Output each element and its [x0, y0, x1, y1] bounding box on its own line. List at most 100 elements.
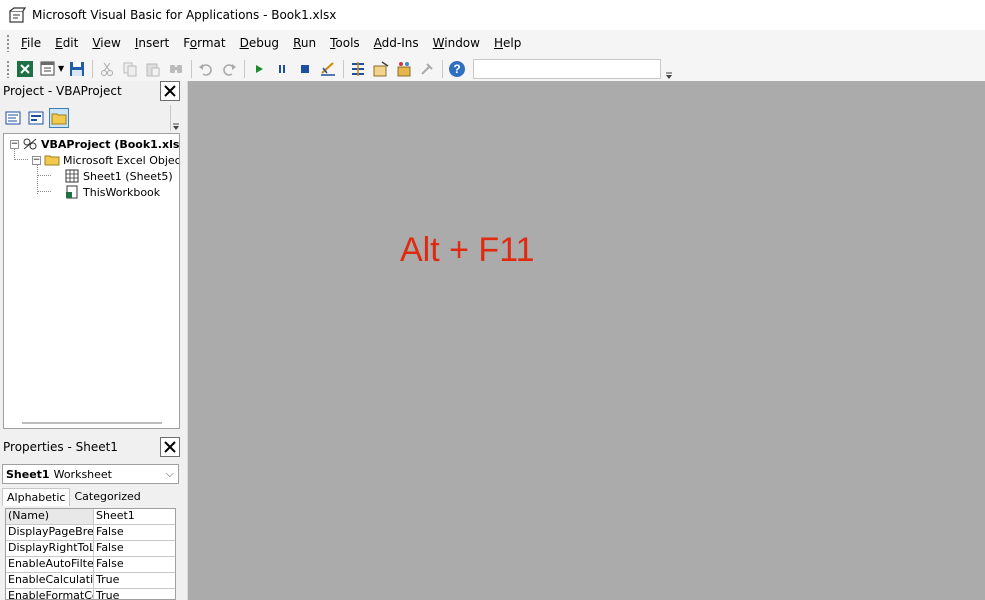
- menu-debug[interactable]: Debug: [233, 36, 286, 50]
- property-row[interactable]: DisplayRightToLef False: [6, 541, 175, 557]
- properties-window-icon[interactable]: [370, 58, 392, 80]
- reset-icon[interactable]: [294, 58, 316, 80]
- view-code-icon: [5, 111, 21, 125]
- property-value[interactable]: False: [94, 541, 124, 556]
- properties-grid[interactable]: (Name) Sheet1 DisplayPageBreak False Dis…: [5, 508, 176, 600]
- tree-item-label: VBAProject (Book1.xlsx: [41, 137, 180, 151]
- toolbar-separator: [343, 59, 345, 78]
- design-mode-icon[interactable]: [317, 58, 339, 80]
- toolbar-separator: [244, 59, 246, 78]
- project-pane-title: Project - VBAProject: [0, 81, 182, 101]
- tree-horizontal-scrollbar[interactable]: [22, 422, 162, 424]
- tree-item-sheet1[interactable]: Sheet1 (Sheet5): [64, 168, 173, 184]
- tree-item-excel-objects[interactable]: − Microsoft Excel Objects: [32, 152, 180, 168]
- property-value[interactable]: False: [94, 525, 124, 540]
- code-workspace[interactable]: Alt + F11: [188, 81, 985, 600]
- property-row[interactable]: (Name) Sheet1: [6, 509, 175, 525]
- redo-icon[interactable]: [218, 58, 240, 80]
- view-code-button[interactable]: [3, 108, 23, 128]
- property-row[interactable]: EnableFormatCon True: [6, 589, 175, 599]
- properties-pane-title: Properties - Sheet1: [0, 437, 182, 457]
- position-combo[interactable]: [473, 58, 662, 79]
- toolbar-grip[interactable]: [6, 59, 10, 78]
- property-value[interactable]: True: [94, 573, 119, 588]
- toggle-folders-button[interactable]: [49, 108, 69, 128]
- property-name: DisplayPageBreak: [8, 525, 94, 540]
- property-name: EnableFormatCon: [6, 589, 94, 599]
- property-row[interactable]: DisplayPageBreak False: [6, 525, 175, 541]
- project-explorer-icon[interactable]: [347, 58, 369, 80]
- copy-icon[interactable]: [119, 58, 141, 80]
- menu-format[interactable]: Format: [176, 36, 232, 50]
- folder-icon: [44, 153, 60, 167]
- worksheet-icon: [64, 169, 80, 183]
- object-selector[interactable]: Sheet1 Worksheet ⌵: [2, 464, 179, 484]
- undo-icon[interactable]: [195, 58, 217, 80]
- left-dock: Project - VBAProject − VBAProject (Book1…: [0, 81, 184, 600]
- help-icon[interactable]: ?: [446, 58, 468, 80]
- menu-help[interactable]: Help: [487, 36, 528, 50]
- menu-tools[interactable]: Tools: [323, 36, 367, 50]
- tree-item-vbaproject[interactable]: − VBAProject (Book1.xlsx: [10, 136, 180, 152]
- vba-app-icon: [9, 7, 26, 23]
- view-object-button[interactable]: [26, 108, 46, 128]
- view-object-icon: [28, 111, 44, 125]
- tree-line: [14, 159, 28, 160]
- object-selector-type: Worksheet: [53, 467, 112, 481]
- collapse-icon[interactable]: −: [32, 155, 41, 165]
- menu-bar: File Edit View Insert Format Debug Run T…: [0, 30, 985, 56]
- project-close-button[interactable]: [160, 81, 180, 101]
- toolbar-separator: [442, 59, 444, 78]
- property-name: EnableAutoFilter: [8, 557, 94, 572]
- title-bar: Microsoft Visual Basic for Applications …: [0, 0, 985, 30]
- properties-close-button[interactable]: [160, 437, 180, 457]
- hotkey-annotation: Alt + F11: [400, 231, 535, 269]
- tab-categorized[interactable]: Categorized: [70, 488, 144, 506]
- find-icon[interactable]: [165, 58, 187, 80]
- workbook-icon: [64, 185, 80, 199]
- properties-tabs: Alphabetic Categorized: [2, 486, 179, 506]
- toolbar-separator: [92, 59, 94, 78]
- tree-item-label: ThisWorkbook: [83, 185, 161, 199]
- property-value[interactable]: Sheet1: [94, 509, 135, 524]
- standard-toolbar: ▼ ?: [0, 56, 985, 81]
- insert-dropdown-arrow[interactable]: ▼: [58, 64, 64, 73]
- menu-edit[interactable]: Edit: [48, 36, 85, 50]
- tree-line: [37, 164, 38, 194]
- svg-text:?: ?: [453, 62, 460, 76]
- project-toolbar-overflow[interactable]: [170, 105, 180, 131]
- paste-icon[interactable]: [142, 58, 164, 80]
- toolbar-overflow-icon[interactable]: [663, 58, 675, 80]
- break-icon[interactable]: [271, 58, 293, 80]
- property-row[interactable]: EnableCalculation True: [6, 573, 175, 589]
- property-name: DisplayRightToLef: [6, 541, 94, 556]
- tree-item-label: Microsoft Excel Objects: [63, 153, 180, 167]
- tree-line: [37, 175, 51, 176]
- menu-window[interactable]: Window: [426, 36, 487, 50]
- menu-file[interactable]: File: [14, 36, 48, 50]
- toolbox-icon[interactable]: [416, 58, 438, 80]
- menubar-grip[interactable]: [6, 34, 10, 52]
- save-icon[interactable]: [66, 58, 88, 80]
- tree-item-thisworkbook[interactable]: ThisWorkbook: [64, 184, 160, 200]
- close-icon: [164, 441, 176, 453]
- chevron-down-icon: ⌵: [165, 467, 174, 480]
- project-toolbar: [0, 105, 182, 131]
- insert-module-icon[interactable]: [37, 58, 59, 80]
- menu-run[interactable]: Run: [286, 36, 323, 50]
- cut-icon[interactable]: [96, 58, 118, 80]
- property-value[interactable]: False: [94, 557, 124, 572]
- object-browser-icon[interactable]: [393, 58, 415, 80]
- property-row[interactable]: EnableAutoFilter False: [6, 557, 175, 573]
- menu-insert[interactable]: Insert: [128, 36, 176, 50]
- collapse-icon[interactable]: −: [10, 139, 19, 149]
- property-value[interactable]: True: [94, 589, 119, 599]
- excel-view-icon[interactable]: [14, 58, 36, 80]
- tab-alphabetic[interactable]: Alphabetic: [2, 488, 71, 506]
- project-tree[interactable]: − VBAProject (Book1.xlsx − Microsoft Exc…: [3, 133, 180, 429]
- menu-add-ins[interactable]: Add-Ins: [367, 36, 426, 50]
- run-icon[interactable]: [248, 58, 270, 80]
- dock-splitter[interactable]: [184, 81, 188, 600]
- window-title: Microsoft Visual Basic for Applications …: [32, 8, 337, 22]
- menu-view[interactable]: View: [85, 36, 127, 50]
